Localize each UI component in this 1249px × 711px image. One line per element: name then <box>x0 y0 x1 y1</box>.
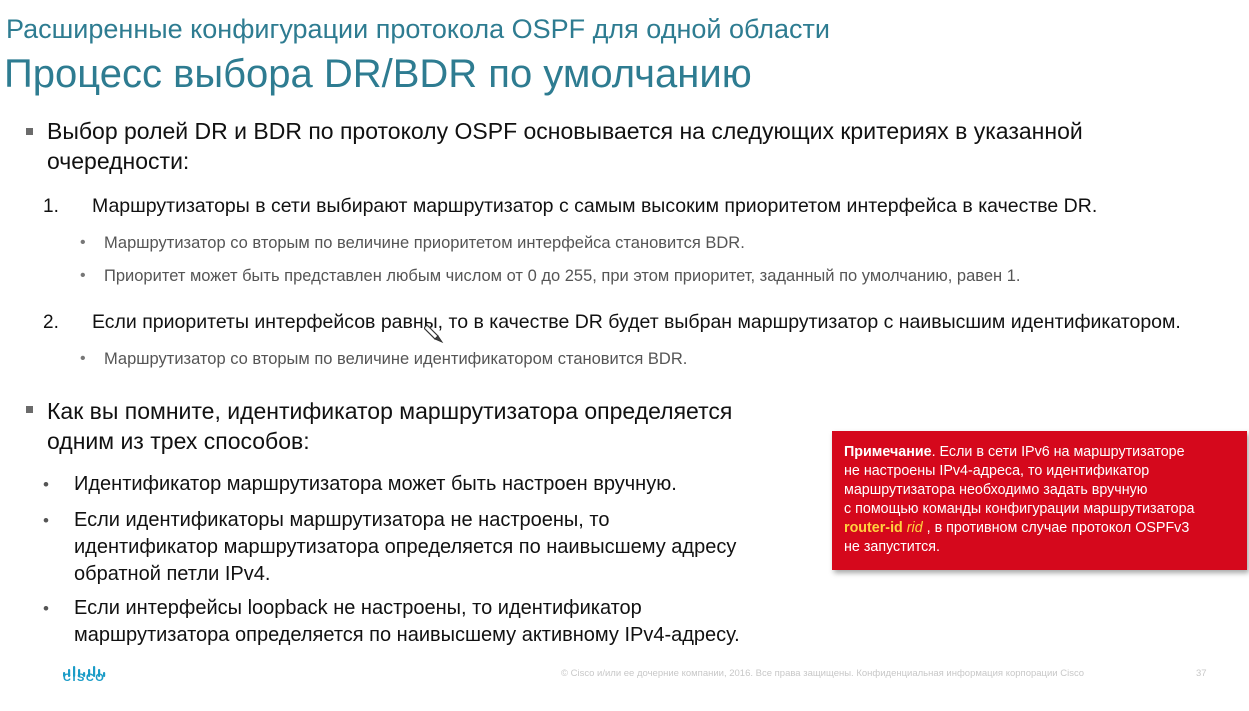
routerid-line-2: одним из трех способов: <box>47 428 310 454</box>
routerid-method-line: Идентификатор маршрутизатора может быть … <box>74 473 677 495</box>
note-line: не запустится. <box>844 539 940 555</box>
bullet-dot-icon: • <box>43 475 49 494</box>
criterion-subitem: Маршрутизатор со вторым по величине иден… <box>104 350 688 368</box>
bullet-dot-icon: • <box>80 350 86 367</box>
routerid-method-line: Если идентификаторы маршрутизатора не на… <box>74 509 610 531</box>
intro-line-1: Выбор ролей DR и BDR по протоколу OSPF о… <box>47 118 1083 144</box>
routerid-line-1: Как вы помните, идентификатор маршрутиза… <box>47 398 733 424</box>
bullet-dot-icon: • <box>80 234 86 251</box>
note-line: с помощью команды конфигурации маршрутиз… <box>844 501 1195 517</box>
page-number: 37 <box>1196 668 1207 679</box>
criterion-number: 2. <box>43 312 59 333</box>
routerid-method-line: Если интерфейсы loopback не настроены, т… <box>74 597 642 619</box>
pen-cursor-icon <box>424 324 444 344</box>
intro-line-2: очередности: <box>47 148 190 174</box>
bullet-dot-icon: • <box>80 267 86 284</box>
footer-copyright: © Cisco и/или ее дочерние компании, 2016… <box>561 668 1084 679</box>
routerid-text: Как вы помните, идентификатор маршрутиза… <box>47 396 732 456</box>
square-bullet-icon <box>26 128 33 135</box>
bullet-dot-icon: • <box>43 511 49 530</box>
note-text: . Если в сети IPv6 на маршрутизаторе <box>931 444 1185 460</box>
routerid-method: Если интерфейсы loopback не настроены, т… <box>74 595 740 649</box>
routerid-method-line: обратной петли IPv4. <box>74 563 271 585</box>
note-line: маршрутизатора необходимо задать вручную <box>844 482 1148 498</box>
routerid-method-line: маршрутизатора определяется по наивысшем… <box>74 624 740 646</box>
note-box: Примечание. Если в сети IPv6 на маршрути… <box>832 431 1247 570</box>
note-label: Примечание <box>844 444 932 460</box>
criterion-subitem: Приоритет может быть представлен любым ч… <box>104 267 1021 285</box>
slide-subtitle: Расширенные конфигурации протокола OSPF … <box>6 14 830 44</box>
note-line: router-id rid , в противном случае прото… <box>844 519 1237 538</box>
intro-text: Выбор ролей DR и BDR по протоколу OSPF о… <box>47 116 1083 176</box>
criterion-text: Если приоритеты интерфейсов равны, то в … <box>92 311 1181 333</box>
routerid-method: Если идентификаторы маршрутизатора не на… <box>74 507 736 588</box>
note-command: router-id <box>844 520 903 536</box>
note-command-arg: rid <box>906 520 923 536</box>
cisco-logo-text: CISCO <box>63 672 106 684</box>
note-text: , в противном случае протокол OSPFv3 <box>922 520 1190 536</box>
bullet-dot-icon: • <box>43 599 49 618</box>
routerid-method-line: идентификатор маршрутизатора определяетс… <box>74 536 737 558</box>
note-line: не настроены IPv4-адреса, то идентификат… <box>844 463 1150 479</box>
routerid-method: Идентификатор маршрутизатора может быть … <box>74 471 677 498</box>
criterion-text: Маршрутизаторы в сети выбирают маршрутиз… <box>92 195 1098 217</box>
slide-title: Процесс выбора DR/BDR по умолчанию <box>4 52 752 96</box>
square-bullet-icon <box>26 406 33 413</box>
criterion-subitem: Маршрутизатор со вторым по величине прио… <box>104 234 745 252</box>
criterion-number: 1. <box>43 196 59 217</box>
note-line: Примечание. Если в сети IPv6 на маршрути… <box>844 443 1237 462</box>
